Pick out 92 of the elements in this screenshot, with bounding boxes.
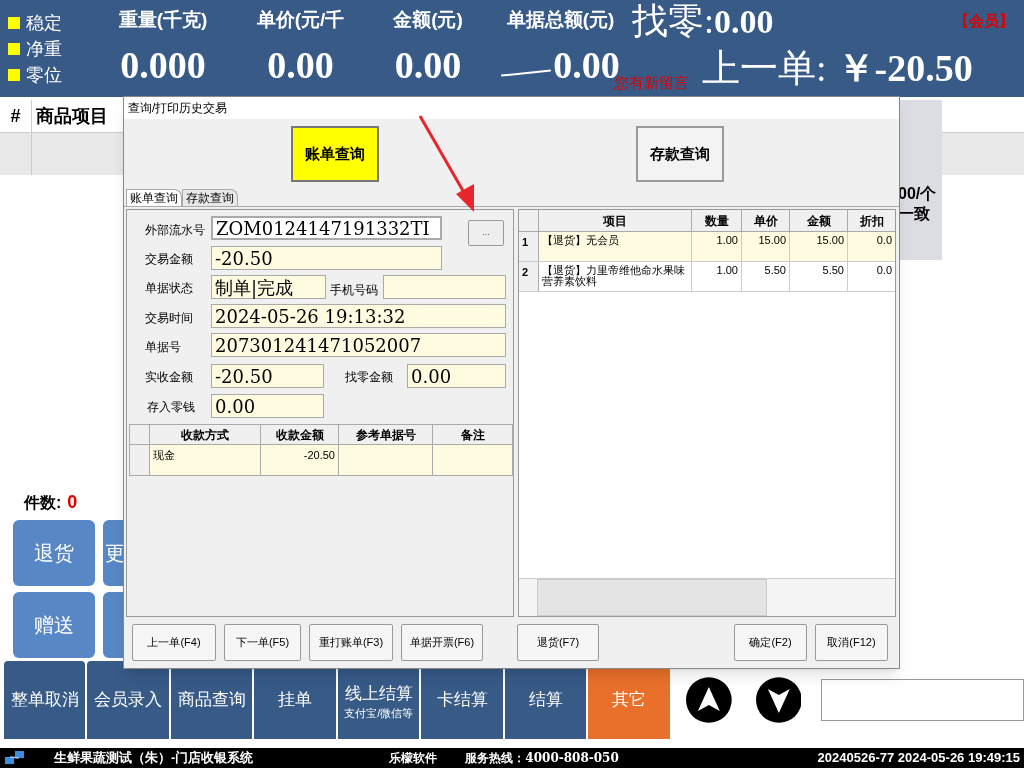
- browse-button[interactable]: ...: [468, 220, 504, 246]
- dialog-button[interactable]: 退货(F7): [517, 624, 599, 661]
- field-label: 存入零钱: [147, 399, 195, 416]
- table-cell: 1.00: [692, 262, 742, 291]
- table-cell: 5.50: [742, 262, 790, 291]
- field-label: 单据状态: [145, 280, 193, 297]
- last-order-label: 上一单:: [702, 49, 827, 87]
- member-tag: 【会员】: [954, 9, 1014, 33]
- dialog-button[interactable]: 取消(F12): [815, 624, 888, 661]
- input-field[interactable]: 0.00: [407, 364, 506, 388]
- field-label: 找零金额: [345, 369, 393, 386]
- input-field[interactable]: -20.50: [211, 246, 442, 270]
- readout-label: 重量(千克): [118, 8, 208, 32]
- readout-value: 0.00: [267, 42, 334, 88]
- horizontal-scrollbar[interactable]: [519, 578, 895, 616]
- function-button[interactable]: 整单取消: [4, 661, 86, 739]
- session-info: 20240526-77 2024-05-26 19:49:15: [817, 749, 1020, 768]
- field-label: 交易时间: [145, 310, 193, 327]
- tab[interactable]: 账单查询: [126, 189, 182, 206]
- scroll-up-button[interactable]: [685, 677, 732, 723]
- dialog-button[interactable]: 重打账单(F3): [309, 624, 393, 661]
- service-hotline: 服务热线：4000-808-050: [465, 750, 619, 767]
- field-label: 手机号码: [330, 282, 378, 299]
- readout-value: 0.00: [394, 42, 462, 88]
- table-cell: 0.0: [848, 232, 895, 261]
- table-cell: 1.00: [692, 232, 742, 261]
- input-field[interactable]: ZOM0124147191332TI: [211, 216, 442, 240]
- row-number: 1: [519, 232, 539, 261]
- indicator-label: 稳定: [26, 11, 62, 35]
- table-cell: -20.50: [303, 449, 335, 461]
- column-header: 参考单据号: [339, 425, 433, 444]
- dialog-button[interactable]: 下一单(F5): [224, 624, 301, 661]
- table-row[interactable]: 2 【退货】力里帝维他命水果味营养素饮料 1.00 5.50 5.50 0.0: [519, 262, 895, 292]
- indicator-label: 净重: [26, 37, 62, 61]
- mode-button[interactable]: 存款查询: [636, 126, 724, 182]
- readout-label: 金额(元): [393, 8, 463, 32]
- quick-action-button[interactable]: 退货: [13, 520, 95, 586]
- field-label: 交易金额: [145, 251, 193, 268]
- table-header: 商品项目: [35, 104, 109, 128]
- input-field[interactable]: [383, 275, 506, 299]
- dialog-button[interactable]: 单据开票(F6): [401, 624, 483, 661]
- indicator-square: [8, 16, 20, 29]
- column-header: 项目: [539, 210, 692, 231]
- store-name: 生鲜果蔬测试（朱）-门店收银系统: [54, 749, 254, 768]
- dialog-button[interactable]: 上一单(F4): [132, 624, 216, 661]
- item-count-label: 件数:: [24, 492, 62, 513]
- dialog-title: 查询/打印历史交易: [128, 100, 228, 117]
- column-header: 收款方式: [150, 425, 261, 444]
- input-field[interactable]: -20.50: [211, 364, 324, 388]
- mode-button[interactable]: 账单查询: [291, 126, 379, 182]
- vendor-name: 乐檬软件: [389, 750, 438, 767]
- change-value: 0.00: [714, 1, 774, 42]
- tab[interactable]: 存款查询: [182, 189, 238, 206]
- input-field[interactable]: 0.00: [211, 394, 324, 418]
- input-field[interactable]: 207301241471052007: [211, 333, 506, 357]
- input-field[interactable]: [821, 679, 1024, 721]
- quick-action-button[interactable]: 赠送: [13, 592, 95, 658]
- table-cell: 【退货】力里帝维他命水果味营养素饮料: [539, 262, 692, 291]
- field-label: 单据号: [145, 339, 181, 356]
- input-field[interactable]: 制单|完成: [211, 275, 326, 299]
- indicator-square: [8, 68, 20, 81]
- readout-label: 单价(元/千: [256, 8, 345, 32]
- field-label: 外部流水号: [145, 222, 205, 239]
- table-cell: 15.00: [790, 232, 848, 261]
- indicator-square: [8, 42, 20, 55]
- readout-label: 单据总额(元): [506, 8, 615, 32]
- readout-value: 0.000: [120, 42, 206, 88]
- table-cell: 5.50: [790, 262, 848, 291]
- table-header: #: [0, 100, 32, 132]
- change-label: 找零:: [632, 0, 714, 43]
- table-cell: 【退货】无会员: [539, 232, 692, 261]
- row-number: 2: [519, 262, 539, 291]
- input-field[interactable]: 2024-05-26 19:13:32: [211, 304, 506, 328]
- column-header: 单价: [742, 210, 790, 231]
- scrollbar-thumb[interactable]: [537, 579, 767, 616]
- function-button[interactable]: 会员录入: [87, 661, 169, 739]
- column-header: 数量: [692, 210, 742, 231]
- indicator-label: 零位: [26, 63, 62, 87]
- dialog-button[interactable]: 确定(F2): [734, 624, 807, 661]
- item-count-value: 0: [67, 491, 78, 514]
- scroll-down-button[interactable]: [755, 677, 802, 723]
- last-order-value: ￥-20.50: [836, 49, 973, 87]
- column-header: 备注: [433, 425, 513, 444]
- table-row[interactable]: 1 【退货】无会员 1.00 15.00 15.00 0.0: [519, 232, 895, 262]
- table-cell: 0.0: [848, 262, 895, 291]
- network-icon: [4, 750, 26, 766]
- table-cell: 15.00: [742, 232, 790, 261]
- field-label: 实收金额: [145, 369, 193, 386]
- table-cell: 现金: [153, 449, 175, 461]
- column-header: 收款金额: [261, 425, 339, 444]
- column-header: 金额: [790, 210, 848, 231]
- column-header: 折扣: [848, 210, 895, 231]
